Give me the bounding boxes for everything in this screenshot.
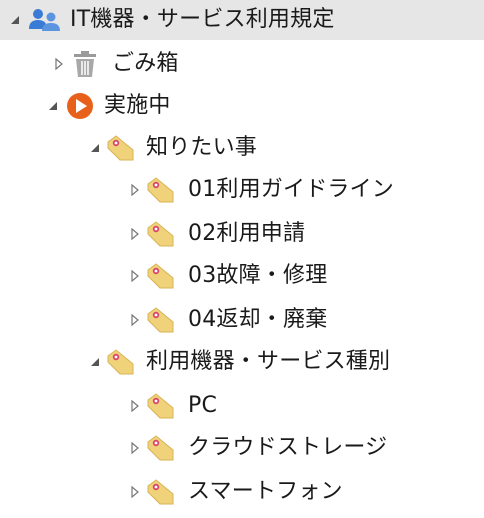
tag-icon (146, 262, 176, 290)
tree-item-label: スマートフォン (188, 479, 343, 504)
tree-item-label: クラウドストレージ (188, 435, 388, 460)
expanded-arrow-icon[interactable] (8, 13, 22, 27)
play-circle-icon (66, 92, 94, 120)
collapsed-arrow-icon[interactable] (128, 485, 142, 499)
collapsed-arrow-icon[interactable] (52, 57, 66, 71)
tree-item-label: ごみ箱 (112, 51, 179, 76)
tag-icon (146, 176, 176, 204)
tree-item-tag[interactable]: クラウドストレージ (0, 428, 484, 468)
tree-item-label: 01利用ガイドライン (188, 177, 394, 202)
tree-item-active[interactable]: 実施中 (0, 86, 484, 126)
tree-item-label: 実施中 (104, 93, 171, 118)
collapsed-arrow-icon[interactable] (128, 441, 142, 455)
collapsed-arrow-icon[interactable] (128, 399, 142, 413)
tag-icon (146, 434, 176, 462)
tag-icon (106, 348, 136, 376)
expanded-arrow-icon[interactable] (46, 99, 60, 113)
tree-item-label: IT機器・サービス利用規定 (70, 7, 335, 32)
tree-item-label: 利用機器・サービス種別 (146, 349, 391, 374)
tree-item-tag[interactable]: 03故障・修理 (0, 256, 484, 296)
tree-item-group-service-type[interactable]: 利用機器・サービス種別 (0, 342, 484, 382)
tree-item-tag[interactable]: 04返却・廃棄 (0, 300, 484, 340)
tag-icon (146, 478, 176, 506)
tree-item-label: 知りたい事 (146, 135, 258, 160)
tag-icon (106, 134, 136, 162)
collapsed-arrow-icon[interactable] (128, 227, 142, 241)
tree-item-tag[interactable]: 02利用申請 (0, 214, 484, 254)
expanded-arrow-icon[interactable] (88, 141, 102, 155)
tree-item-root[interactable]: IT機器・サービス利用規定 (0, 0, 484, 40)
tag-tree: IT機器・サービス利用規定 ごみ箱 実施中 知りたい事 01利用ガイドライン 0… (0, 0, 484, 518)
tree-item-tag[interactable]: PC (0, 386, 484, 426)
collapsed-arrow-icon[interactable] (128, 269, 142, 283)
tag-icon (146, 306, 176, 334)
tree-item-label: 02利用申請 (188, 221, 306, 246)
tree-item-group-knowledge[interactable]: 知りたい事 (0, 128, 484, 168)
tag-icon (146, 392, 176, 420)
tree-item-label: 04返却・廃棄 (188, 307, 328, 332)
tag-icon (146, 220, 176, 248)
tree-item-trash[interactable]: ごみ箱 (0, 44, 484, 84)
collapsed-arrow-icon[interactable] (128, 313, 142, 327)
tree-item-tag[interactable]: スマートフォン (0, 472, 484, 512)
expanded-arrow-icon[interactable] (88, 355, 102, 369)
people-icon (28, 7, 62, 33)
tree-item-label: 03故障・修理 (188, 263, 328, 288)
tree-item-tag[interactable]: 01利用ガイドライン (0, 170, 484, 210)
tree-item-label: PC (188, 393, 218, 418)
trash-icon (72, 50, 98, 78)
collapsed-arrow-icon[interactable] (128, 183, 142, 197)
